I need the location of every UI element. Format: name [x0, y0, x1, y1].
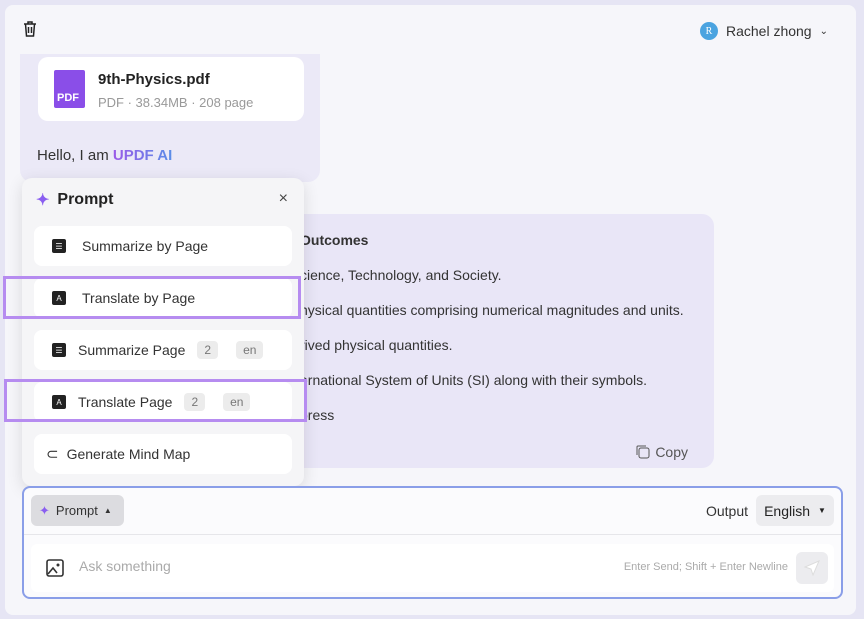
user-menu[interactable]: R Rachel zhong ⌄ — [699, 22, 828, 40]
chevron-down-icon: ⌄ — [819, 25, 828, 37]
avatar: R — [699, 22, 718, 40]
ask-field: Enter Send; Shift + Enter Newline — [31, 544, 834, 592]
user-name: Rachel zhong — [725, 23, 812, 39]
ai-response: Outcomes cience, Technology, and Society… — [290, 214, 714, 468]
brand-name: UPDF AI — [112, 147, 173, 164]
divider — [24, 534, 841, 535]
prompt-toggle-button[interactable]: ✦ Prompt ▲ — [31, 495, 124, 526]
output-language-select[interactable]: English ▼ — [756, 495, 834, 526]
caret-up-icon: ▲ — [103, 506, 112, 515]
list-icon: ☰ — [52, 343, 66, 357]
welcome-message: PDF 9th-Physics.pdf PDF · 38.34MB · 208 … — [20, 54, 320, 182]
output-label: Output — [705, 503, 748, 519]
mindmap-icon: ⊂ — [46, 446, 59, 463]
sparkle-icon: ✦ — [36, 192, 50, 209]
send-hint: Enter Send; Shift + Enter Newline — [623, 561, 788, 573]
response-line: rived physical quantities. — [300, 337, 453, 353]
chat-input-area: ✦Prompt▲ Output English▼ Enter Send; Shi… — [22, 486, 843, 599]
trash-icon[interactable] — [22, 20, 38, 38]
copy-icon — [636, 445, 650, 459]
file-meta: PDF · 38.34MB · 208 page — [98, 95, 254, 110]
caret-down-icon: ▼ — [818, 506, 826, 515]
response-line: hysical quantities comprising numerical … — [300, 302, 684, 318]
page-number-badge[interactable]: 2 — [197, 341, 219, 359]
language-badge[interactable]: en — [236, 341, 264, 359]
pdf-file-icon: PDF — [54, 70, 85, 108]
prompt-menu: ✦ Prompt × ☰ Summarize by Page A Translate … — [22, 178, 304, 486]
send-icon — [804, 560, 820, 576]
highlight-box — [4, 379, 307, 422]
sparkle-icon: ✦ — [39, 502, 50, 518]
send-button[interactable] — [796, 552, 828, 584]
highlight-box — [3, 276, 301, 319]
copy-button[interactable]: Copy — [636, 444, 688, 460]
list-icon: ☰ — [52, 239, 66, 253]
menu-item-summarize-page[interactable]: ☰ Summarize Page 2 en — [34, 330, 292, 370]
image-upload-icon[interactable] — [46, 559, 64, 577]
response-line: cience, Technology, and Society. — [300, 267, 502, 283]
close-icon[interactable]: × — [279, 190, 288, 208]
file-name: 9th-Physics.pdf — [98, 71, 210, 88]
file-card[interactable]: PDF 9th-Physics.pdf PDF · 38.34MB · 208 … — [38, 57, 304, 121]
response-line: ernational System of Units (SI) along wi… — [300, 372, 648, 388]
response-heading: Outcomes — [300, 232, 369, 248]
menu-item-summarize-by-page[interactable]: ☰ Summarize by Page — [34, 226, 292, 266]
ask-input[interactable] — [79, 558, 379, 574]
prompt-menu-title: ✦ Prompt — [36, 191, 114, 209]
greeting: Hello, I am UPDF AI — [37, 147, 173, 164]
menu-item-generate-mind-map[interactable]: ⊂ Generate Mind Map — [34, 434, 292, 474]
